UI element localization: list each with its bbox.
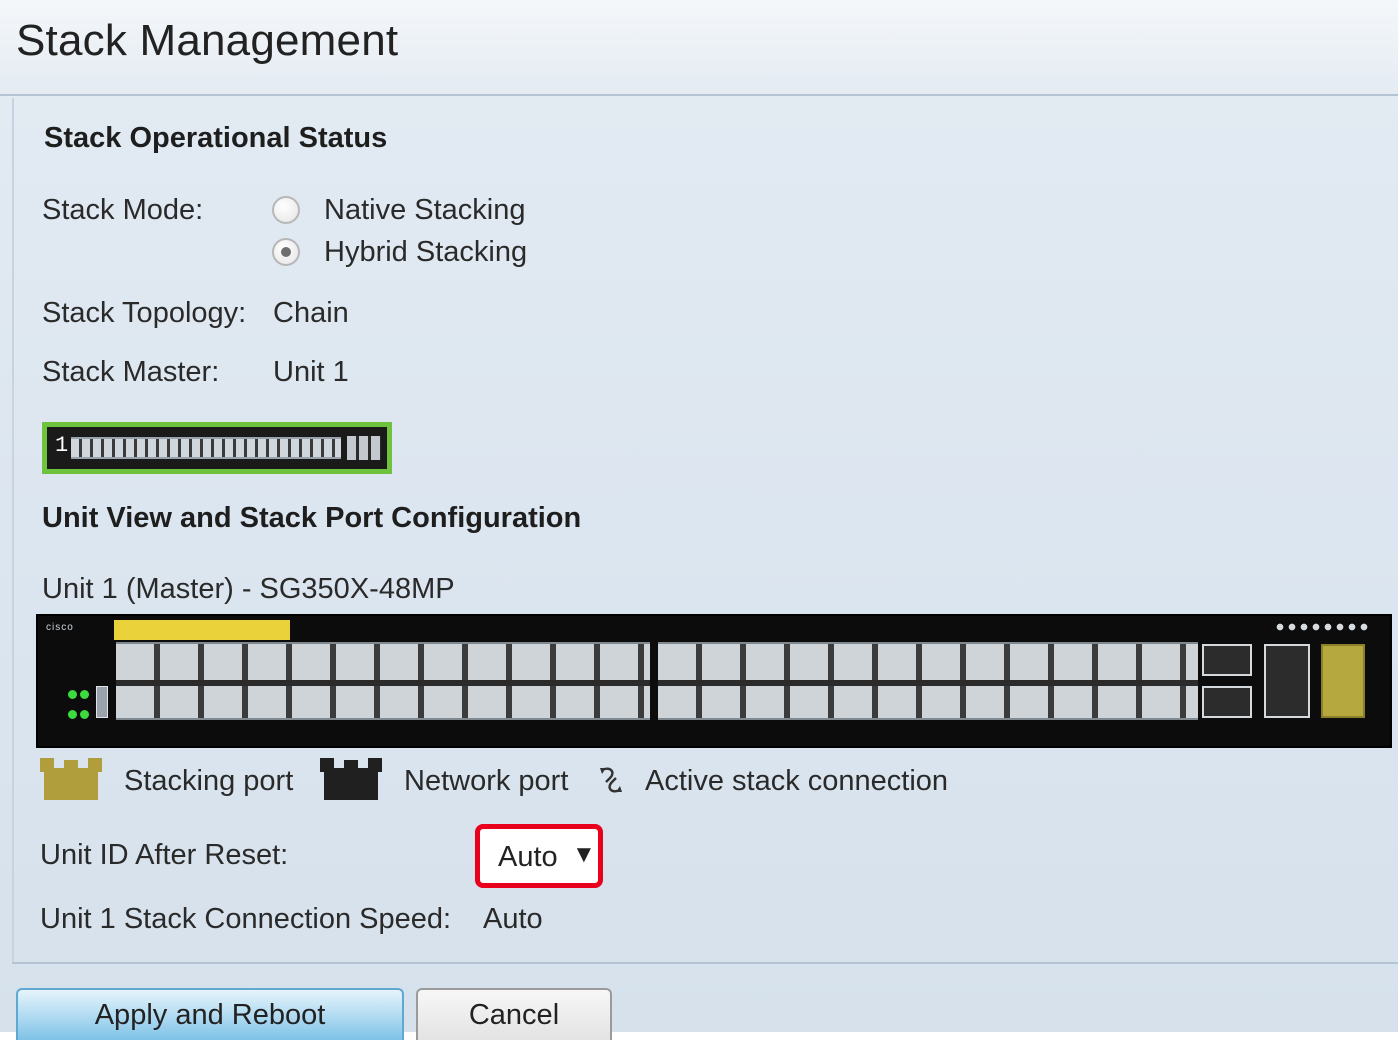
hybrid-stacking-radio[interactable] — [272, 238, 300, 266]
stack-management-page: Stack Management Stack Operational Statu… — [0, 0, 1398, 1040]
apply-and-reboot-button[interactable]: Apply and Reboot — [16, 988, 404, 1040]
active-connection-legend: Active stack connection — [645, 765, 949, 797]
network-port-legend: Network port — [404, 765, 569, 797]
unit-view-heading: Unit View and Stack Port Configuration — [42, 502, 582, 534]
hybrid-stacking-label[interactable]: Hybrid Stacking — [324, 236, 527, 269]
connection-speed-value: Auto — [483, 903, 543, 935]
thumbnail-ports — [71, 437, 341, 459]
cancel-button[interactable]: Cancel — [416, 988, 612, 1040]
switch-front-panel: cisco — [36, 614, 1392, 748]
stacking-port-icon — [40, 758, 102, 800]
stack-master-value: Unit 1 — [273, 356, 349, 388]
poe-indicator-strip — [114, 620, 290, 640]
unit-id-select-highlight: Auto ▼ — [475, 824, 603, 888]
unit-id-selected-value: Auto — [498, 841, 558, 873]
native-stacking-radio[interactable] — [272, 196, 300, 224]
network-port-icon — [320, 758, 382, 800]
thumbnail-uplinks — [347, 436, 381, 460]
port-indicator-dots — [1274, 622, 1370, 632]
stack-master-label: Stack Master: — [42, 356, 220, 388]
usb-port — [96, 686, 108, 718]
network-sfp-ports[interactable] — [1264, 644, 1310, 718]
stack-topology-label: Stack Topology: — [42, 297, 247, 329]
stack-mode-label: Stack Mode: — [42, 194, 204, 226]
unit-title: Unit 1 (Master) - SG350X-48MP — [42, 573, 455, 605]
unit-id-after-reset-label: Unit ID After Reset: — [40, 839, 289, 871]
radio-selected-dot — [281, 247, 291, 257]
active-connection-icon — [600, 767, 622, 793]
operational-status-heading: Stack Operational Status — [44, 122, 388, 154]
footer-divider — [12, 962, 1398, 964]
network-ports-group-2[interactable] — [658, 642, 1198, 720]
connection-speed-label: Unit 1 Stack Connection Speed: — [40, 903, 452, 935]
title-bar: Stack Management — [0, 0, 1398, 96]
stacking-port-slot[interactable] — [1321, 644, 1365, 718]
stack-unit-thumbnail[interactable]: 1 — [42, 422, 392, 474]
dropdown-arrow-icon: ▼ — [572, 841, 596, 868]
stack-topology-value: Chain — [273, 297, 349, 329]
stacking-port-legend: Stacking port — [124, 765, 294, 797]
page-title: Stack Management — [16, 16, 399, 65]
status-leds — [68, 666, 98, 726]
thumbnail-unit-number: 1 — [55, 433, 69, 458]
network-ports-group-1[interactable] — [116, 642, 650, 720]
uplink-port-1[interactable] — [1202, 644, 1252, 676]
unit-id-after-reset-select[interactable]: Auto ▼ — [486, 833, 596, 879]
uplink-port-2[interactable] — [1202, 686, 1252, 718]
cisco-logo: cisco — [46, 622, 74, 633]
native-stacking-label[interactable]: Native Stacking — [324, 194, 526, 227]
